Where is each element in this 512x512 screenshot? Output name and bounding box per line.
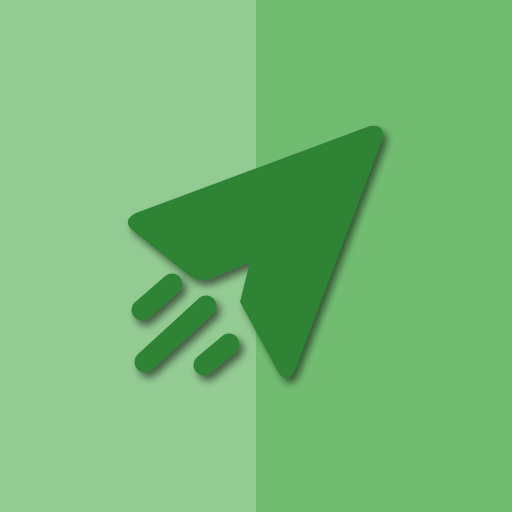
speed-line-top — [131, 273, 183, 321]
paper-plane-send-icon — [127, 125, 383, 379]
speed-line-bottom — [193, 333, 240, 376]
app-icon — [0, 0, 512, 512]
speed-line-middle — [134, 295, 217, 373]
